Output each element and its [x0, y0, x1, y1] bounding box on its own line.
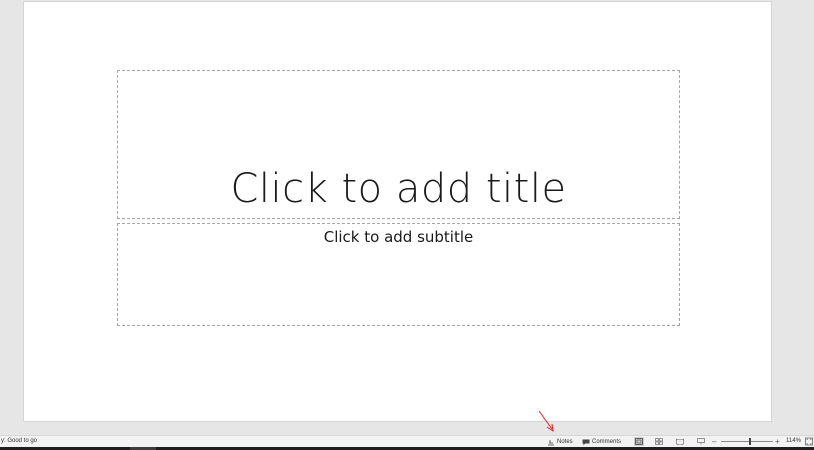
subtitle-placeholder[interactable]: Click to add subtitle: [117, 223, 680, 326]
slide-canvas[interactable]: Click to add title Click to add subtitle: [23, 1, 772, 422]
notes-label: Notes: [557, 439, 573, 445]
red-arrow-annotation: [538, 410, 554, 433]
notes-button[interactable]: Notes: [547, 437, 573, 447]
subtitle-placeholder-text: Click to add subtitle: [323, 228, 474, 246]
title-placeholder[interactable]: Click to add title: [117, 70, 680, 219]
slide-sorter-icon: [655, 438, 663, 445]
slide-show-icon: [697, 438, 705, 445]
reading-view-icon: [676, 438, 684, 445]
comments-button[interactable]: Comments: [582, 437, 621, 447]
slide-sorter-button[interactable]: [654, 437, 664, 446]
status-bar: y: Good to go Notes Comments – + 114%: [0, 435, 814, 447]
accessibility-status[interactable]: y: Good to go: [1, 438, 37, 444]
normal-view-button[interactable]: [634, 437, 644, 446]
title-placeholder-text: Click to add title: [230, 166, 567, 212]
notes-icon: [548, 439, 554, 445]
zoom-slider[interactable]: [721, 438, 773, 445]
zoom-slider-thumb[interactable]: [749, 438, 752, 445]
slide-editing-area: Click to add title Click to add subtitle: [0, 0, 814, 435]
zoom-out-button[interactable]: –: [712, 437, 716, 446]
comment-icon: [582, 439, 590, 445]
normal-view-icon: [635, 438, 643, 445]
slide-show-button[interactable]: [696, 437, 706, 446]
reading-view-button[interactable]: [675, 437, 685, 446]
zoom-in-button[interactable]: +: [775, 437, 780, 446]
fit-slide-icon[interactable]: [805, 437, 813, 446]
zoom-level[interactable]: 114%: [786, 438, 801, 444]
comments-label: Comments: [592, 439, 622, 445]
